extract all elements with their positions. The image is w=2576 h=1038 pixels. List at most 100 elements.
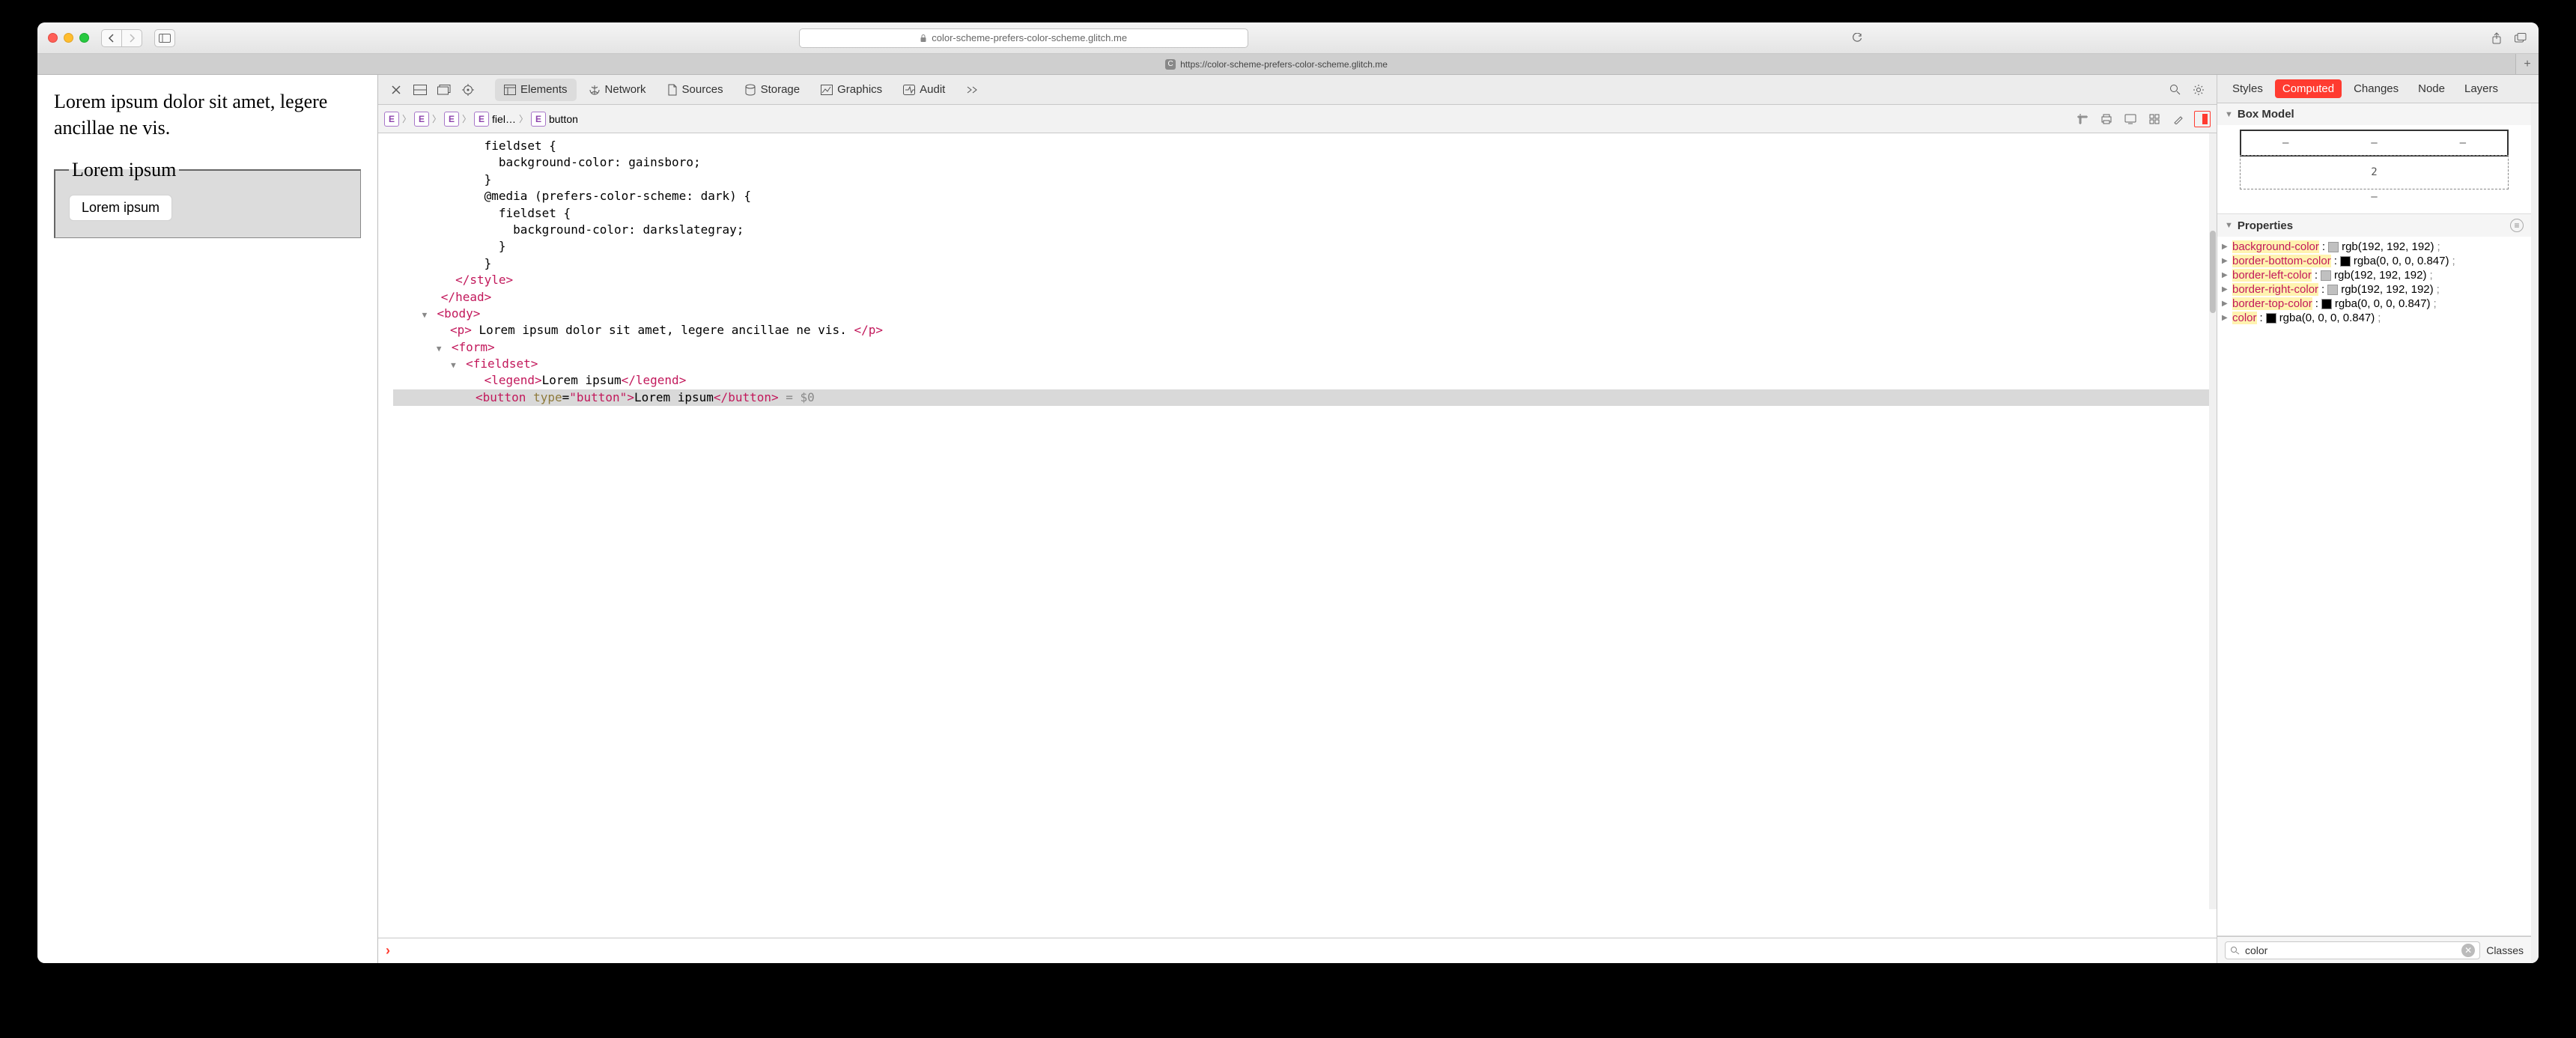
dock-side-button[interactable] (410, 79, 431, 100)
dock-window-button[interactable] (434, 79, 455, 100)
browser-tab[interactable]: C https://color-scheme-prefers-color-sch… (37, 54, 2516, 74)
tab-styles[interactable]: Styles (2225, 79, 2270, 98)
page-button[interactable]: Lorem ipsum (69, 195, 172, 221)
dom-node[interactable]: <legend>Lorem ipsum</legend> (393, 372, 2217, 389)
tab-elements[interactable]: Elements (495, 79, 577, 101)
page-legend: Lorem ipsum (69, 159, 179, 181)
titlebar: color-scheme-prefers-color-scheme.glitch… (37, 22, 2539, 54)
source-line: background-color: gainsboro; (393, 154, 2217, 171)
minimize-window-button[interactable] (64, 33, 73, 43)
dom-node[interactable]: </head> (393, 289, 2217, 306)
tab-sources-label: Sources (682, 83, 723, 96)
color-swatch[interactable] (2328, 242, 2339, 252)
disclosure-triangle-icon[interactable]: ▶ (2222, 271, 2228, 279)
back-button[interactable] (101, 29, 122, 47)
box-model-value: – (2240, 189, 2509, 203)
filter-input[interactable]: color ✕ (2225, 941, 2480, 959)
property-row[interactable]: ▶ border-right-color: rgb(192, 192, 192)… (2222, 282, 2527, 297)
disclosure-triangle-icon[interactable]: ▼ (2225, 110, 2233, 119)
disclosure-triangle-icon[interactable]: ▶ (2222, 300, 2228, 308)
box-model-section: ▼ Box Model ––– 2 – (2217, 103, 2531, 214)
safari-window: color-scheme-prefers-color-scheme.glitch… (37, 22, 2539, 963)
property-row[interactable]: ▶ border-top-color: rgba(0, 0, 0, 0.847)… (2222, 297, 2527, 311)
color-swatch[interactable] (2321, 270, 2331, 281)
zoom-window-button[interactable] (79, 33, 89, 43)
section-title: Properties (2238, 219, 2293, 232)
clear-filter-button[interactable]: ✕ (2461, 944, 2475, 957)
properties-list: ▶ background-color: rgb(192, 192, 192);▶… (2217, 237, 2531, 331)
dom-node[interactable]: ▼ <form> (393, 339, 2217, 356)
tab-storage[interactable]: Storage (735, 79, 809, 101)
storage-icon (744, 84, 756, 96)
property-value: rgb(192, 192, 192) (2341, 283, 2433, 296)
styles-panel: Styles Computed Changes Node Layers ▼ Box… (2217, 75, 2539, 963)
disclosure-triangle-icon[interactable]: ▼ (2225, 221, 2233, 230)
disclosure-triangle-icon[interactable]: ▶ (2222, 285, 2228, 294)
tab-network[interactable]: Network (580, 79, 655, 101)
share-button[interactable] (2489, 31, 2504, 46)
dom-tree[interactable]: fieldset { background-color: gainsboro; … (378, 133, 2217, 938)
rulers-icon[interactable] (2074, 111, 2091, 127)
paint-icon[interactable] (2170, 111, 2187, 127)
device-icon[interactable] (2122, 111, 2139, 127)
inspect-element-button[interactable] (458, 79, 479, 100)
dom-node[interactable]: ▼ <body> (393, 306, 2217, 322)
tab-audit-label: Audit (920, 83, 945, 96)
color-swatch[interactable] (2340, 256, 2351, 267)
right-panel-scrollbar[interactable] (2531, 103, 2539, 963)
tab-graphics[interactable]: Graphics (812, 79, 891, 101)
filter-value: color (2245, 944, 2267, 956)
options-icon[interactable]: ≡ (2510, 219, 2524, 232)
rendered-page: Lorem ipsum dolor sit amet, legere ancil… (37, 75, 378, 963)
color-swatch[interactable] (2266, 313, 2276, 324)
url-bar[interactable]: color-scheme-prefers-color-scheme.glitch… (799, 28, 1248, 48)
tab-node[interactable]: Node (2411, 79, 2452, 98)
disclosure-triangle-icon[interactable]: ▶ (2222, 257, 2228, 265)
print-icon[interactable] (2098, 111, 2115, 127)
disclosure-triangle-icon[interactable]: ▶ (2222, 243, 2228, 251)
console-row[interactable]: › (378, 938, 2217, 963)
source-line: background-color: darkslategray; (393, 222, 2217, 238)
section-title: Box Model (2238, 108, 2294, 121)
tab-computed[interactable]: Computed (2275, 79, 2342, 98)
tab-layers[interactable]: Layers (2457, 79, 2506, 98)
dom-scrollbar[interactable] (2209, 133, 2217, 909)
breadcrumb[interactable]: E〉 E〉 E〉 E fiel… 〉 E button (384, 112, 578, 127)
close-devtools-button[interactable] (386, 79, 407, 100)
tab-changes[interactable]: Changes (2346, 79, 2406, 98)
close-window-button[interactable] (48, 33, 58, 43)
search-button[interactable] (2164, 79, 2185, 100)
forward-button[interactable] (121, 29, 142, 47)
new-tab-button[interactable]: + (2516, 54, 2539, 74)
property-value: rgb(192, 192, 192) (2334, 269, 2426, 282)
dom-node[interactable]: <p> Lorem ipsum dolor sit amet, legere a… (398, 322, 2217, 339)
property-row[interactable]: ▶ border-left-color: rgb(192, 192, 192); (2222, 268, 2527, 282)
force-appearance-button[interactable] (2194, 111, 2211, 127)
property-row[interactable]: ▶ border-bottom-color: rgba(0, 0, 0, 0.8… (2222, 254, 2527, 268)
dom-node-selected[interactable]: <button type="button">Lorem ipsum</butto… (393, 389, 2217, 406)
dom-node[interactable]: </style> (393, 272, 2217, 288)
tab-sources[interactable]: Sources (658, 79, 732, 101)
tabs-overflow-button[interactable] (962, 79, 982, 100)
property-row[interactable]: ▶ background-color: rgb(192, 192, 192); (2222, 240, 2527, 254)
disclosure-triangle-icon[interactable]: ▶ (2222, 314, 2228, 322)
crumb-tag-icon: E (444, 112, 459, 127)
box-model-diagram[interactable]: ––– 2 – (2217, 125, 2531, 213)
box-model-value: 2 (2371, 166, 2377, 178)
classes-button[interactable]: Classes (2486, 944, 2524, 956)
tab-audit[interactable]: Audit (894, 79, 954, 101)
property-row[interactable]: ▶ color: rgba(0, 0, 0, 0.847); (2222, 311, 2527, 325)
reload-button[interactable] (1850, 31, 1865, 46)
show-tabs-button[interactable] (2513, 31, 2528, 46)
settings-button[interactable] (2188, 79, 2209, 100)
property-value: rgb(192, 192, 192) (2342, 240, 2434, 253)
color-swatch[interactable] (2321, 299, 2332, 309)
properties-section: ▼ Properties ≡ ▶ background-color: rgb(1… (2217, 214, 2531, 936)
property-name: border-bottom-color (2232, 255, 2331, 267)
color-swatch[interactable] (2327, 285, 2338, 295)
show-sidebar-button[interactable] (154, 29, 175, 47)
property-name: color (2232, 312, 2257, 324)
devtools: Elements Network Sources Storage Graphic… (378, 75, 2217, 963)
dom-node[interactable]: ▼ <fieldset> (393, 356, 2217, 372)
grid-icon[interactable] (2146, 111, 2163, 127)
